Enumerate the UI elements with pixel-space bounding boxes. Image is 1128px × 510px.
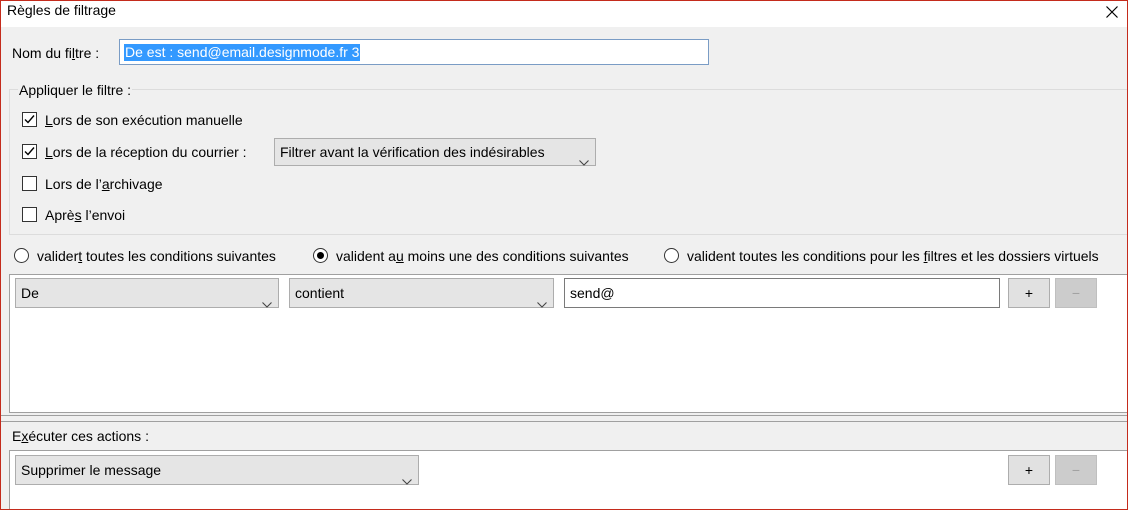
filter-timing-select[interactable]: Filtrer avant la vérification des indési… bbox=[274, 138, 596, 166]
remove-condition-button[interactable]: − bbox=[1055, 278, 1097, 308]
close-icon bbox=[1106, 6, 1118, 18]
window-title: Règles de filtrage bbox=[7, 2, 116, 18]
actions-label: Exécuter ces actions : bbox=[12, 428, 149, 444]
filter-timing-value: Filtrer avant la vérification des indési… bbox=[280, 144, 545, 160]
after-sending-label[interactable]: Après l’envoi bbox=[45, 207, 125, 223]
add-condition-button[interactable]: + bbox=[1008, 278, 1050, 308]
action-value: Supprimer le message bbox=[21, 462, 162, 478]
match-any-label[interactable]: valident au moins une des conditions sui… bbox=[336, 248, 629, 264]
mail-received-label[interactable]: Lors de la réception du courrier : bbox=[45, 144, 247, 160]
condition-operator-value: contient bbox=[295, 285, 345, 301]
chevron-down-icon bbox=[579, 148, 589, 174]
condition-operator-select[interactable]: contient bbox=[289, 278, 554, 308]
remove-action-button[interactable]: − bbox=[1055, 455, 1097, 485]
filter-rules-dialog: Règles de filtrage Nom du filtre : De es… bbox=[0, 0, 1128, 510]
match-all-radio[interactable] bbox=[14, 248, 29, 263]
section-divider bbox=[1, 415, 1127, 416]
chevron-down-icon bbox=[402, 466, 412, 494]
match-any-radio[interactable] bbox=[313, 248, 328, 263]
chevron-down-icon bbox=[262, 289, 272, 317]
condition-field-select[interactable]: De bbox=[15, 278, 279, 308]
manual-run-label[interactable]: Lors de son exécution manuelle bbox=[45, 112, 243, 128]
manual-run-checkbox[interactable] bbox=[22, 112, 37, 127]
filter-name-value: De est : send@email.designmode.fr 3 bbox=[124, 44, 361, 61]
actions-header bbox=[1, 421, 1127, 451]
match-all-virtual-radio[interactable] bbox=[664, 248, 679, 263]
add-action-button[interactable]: + bbox=[1008, 455, 1050, 485]
match-all-label[interactable]: validert toutes les conditions suivantes bbox=[37, 248, 276, 264]
condition-field-value: De bbox=[21, 285, 39, 301]
archiving-label[interactable]: Lors de l’archivage bbox=[45, 176, 163, 192]
after-sending-checkbox[interactable] bbox=[22, 207, 37, 222]
action-select[interactable]: Supprimer le message bbox=[15, 455, 419, 485]
mail-received-checkbox[interactable] bbox=[22, 144, 37, 159]
close-button[interactable] bbox=[1097, 1, 1127, 23]
filter-name-label: Nom du filtre : bbox=[12, 45, 100, 61]
chevron-down-icon bbox=[537, 289, 547, 317]
archiving-checkbox[interactable] bbox=[22, 176, 37, 191]
filter-name-input[interactable]: De est : send@email.designmode.fr 3 bbox=[119, 39, 709, 65]
match-all-virtual-label[interactable]: valident toutes les conditions pour les … bbox=[687, 248, 1099, 264]
condition-value-text: send@ bbox=[570, 285, 615, 301]
apply-filter-legend: Appliquer le filtre : bbox=[18, 82, 133, 98]
title-bar: Règles de filtrage bbox=[1, 1, 1127, 27]
condition-value-input[interactable]: send@ bbox=[564, 278, 1000, 308]
